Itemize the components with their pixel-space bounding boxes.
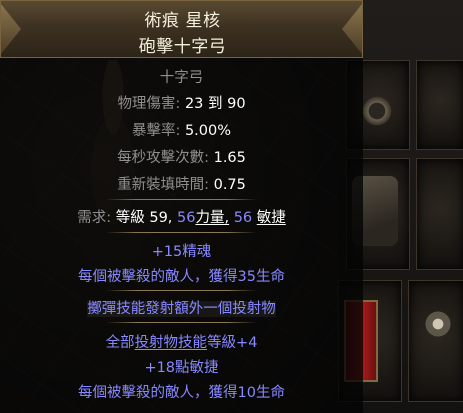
property-crit-chance: 暴擊率: 5.00% (0, 119, 363, 140)
implicit-mod: +15精魂 (151, 244, 212, 260)
mod-prefix: 全部 (105, 335, 135, 351)
mod-keyword: 投射物技能 (134, 335, 208, 351)
item-class: 十字弓 (159, 70, 204, 86)
level-value: 59, (149, 210, 173, 226)
property-label: 物理傷害: (117, 96, 181, 112)
explicit-mod: +18點敏捷 (144, 360, 219, 376)
property-label: 重新裝填時間: (117, 177, 209, 193)
ring-icon (420, 306, 456, 342)
property-value: 23 到 90 (184, 96, 246, 112)
property-attack-speed: 每秒攻擊次數: 1.65 (0, 146, 363, 167)
rune-mod: 擲彈技能發射額外一個投射物 (0, 297, 363, 318)
separator (106, 322, 257, 323)
tooltip-header: 術痕 星核 砲擊十字弓 (0, 0, 363, 58)
level-label: 等級 (115, 210, 145, 226)
requirements-prefix: 需求: (77, 210, 112, 226)
implicit-mod: 每個被擊殺的敵人，獲得35生命 (78, 269, 285, 285)
property-value: 5.00% (184, 123, 232, 139)
item-base-type: 砲擊十字弓 (138, 37, 227, 57)
strength-label: 力量, (195, 210, 230, 226)
separator (106, 199, 257, 200)
requirements-line: 需求: 等級 59, 56力量, 56 敏捷 (0, 206, 363, 227)
dexterity-label: 敏捷 (256, 210, 286, 226)
separator (106, 290, 257, 291)
property-label: 每秒攻擊次數: (117, 150, 209, 166)
explicit-mod: 全部投射物技能等級+4 (0, 331, 363, 352)
property-label: 暴擊率: (131, 123, 181, 139)
explicit-mod: 每個被擊殺的敵人，獲得10生命 (78, 385, 285, 401)
helmet-icon (358, 92, 396, 130)
item-name: 術痕 星核 (144, 11, 221, 31)
separator (106, 232, 257, 233)
property-value: 1.65 (213, 150, 246, 166)
property-value: 0.75 (213, 177, 246, 193)
item-tooltip: 術痕 星核 砲擊十字弓 十字弓 物理傷害: 23 到 90 暴擊率: 5.00%… (0, 0, 363, 413)
equipment-slot-amulet[interactable] (416, 60, 463, 150)
rune-mod-text: 擲彈技能發射額外一個投射物 (87, 301, 276, 317)
equipment-slot-offhand[interactable] (416, 158, 463, 270)
property-physical-damage: 物理傷害: 23 到 90 (0, 92, 363, 113)
property-reload-time: 重新裝填時間: 0.75 (0, 173, 363, 194)
mod-suffix: 等級+4 (207, 335, 258, 351)
strength-value: 56 (177, 210, 196, 226)
dexterity-value: 56 (233, 210, 253, 226)
